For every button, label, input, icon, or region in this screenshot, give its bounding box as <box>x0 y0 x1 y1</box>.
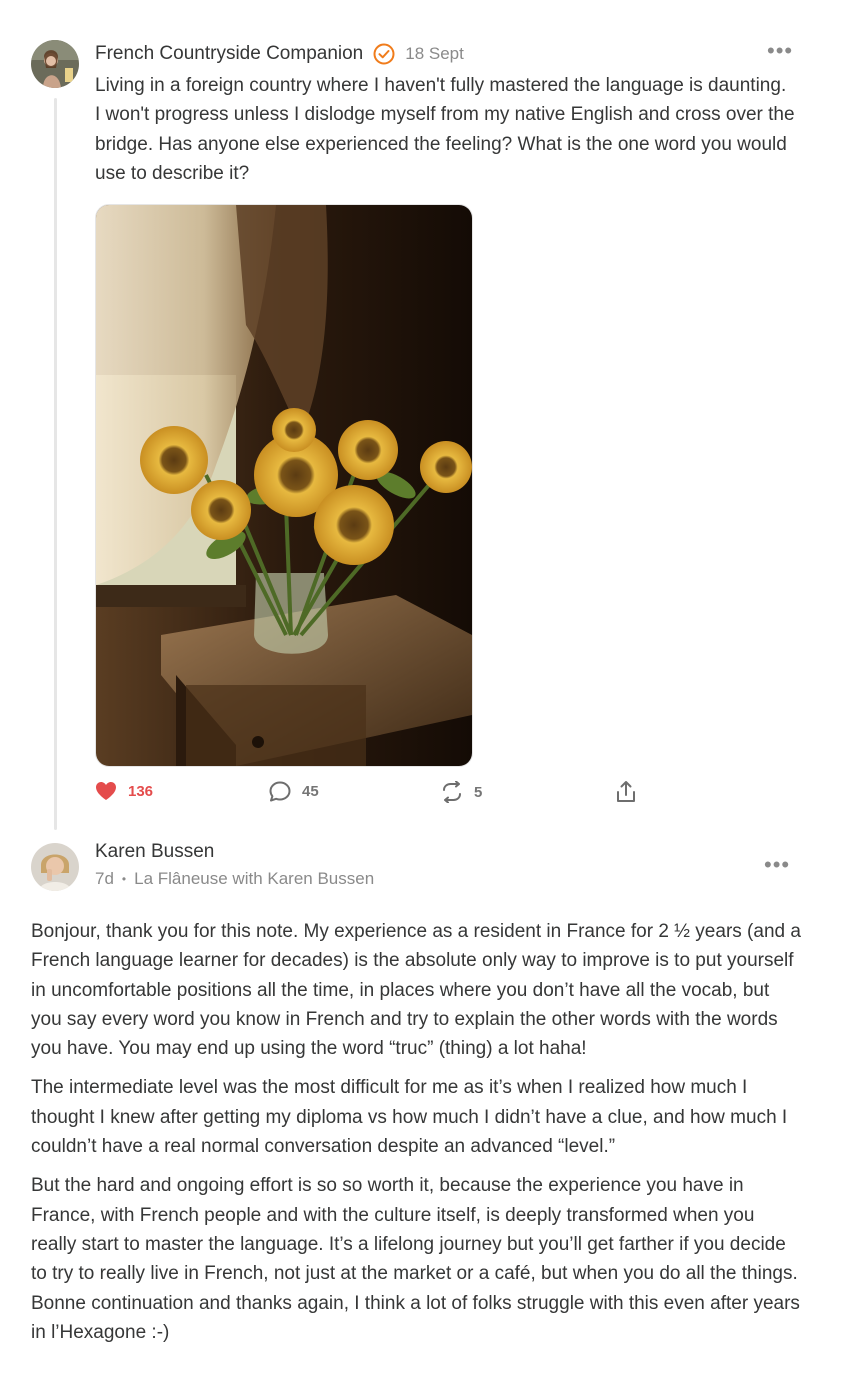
reply-paragraph: The intermediate level was the most diff… <box>31 1077 788 1158</box>
reply-author-avatar[interactable] <box>31 843 79 891</box>
meta-separator: • <box>121 872 127 886</box>
verified-badge-icon <box>373 43 395 65</box>
restack-button[interactable]: 5 <box>441 781 482 803</box>
comment-icon <box>269 781 291 802</box>
restack-count: 5 <box>474 783 483 801</box>
reply-meta: 7d • La Flâneuse with Karen Bussen <box>95 869 374 889</box>
like-count: 136 <box>128 782 154 800</box>
post-date: 18 Sept <box>405 44 464 63</box>
heart-icon <box>96 782 116 800</box>
share-icon <box>617 781 635 802</box>
reply-more-options-icon[interactable]: ••• <box>764 852 790 878</box>
author-avatar[interactable] <box>31 40 79 88</box>
post-header: French Countryside Companion 18 Sept <box>95 41 464 67</box>
post-image[interactable] <box>95 204 473 767</box>
post-more-options-icon[interactable]: ••• <box>767 38 793 64</box>
reply-publication[interactable]: La Flâneuse with Karen Bussen <box>134 869 374 889</box>
reply-age: 7d <box>95 869 114 888</box>
reply-paragraph: Bonjour, thank you for this note. My exp… <box>31 921 801 1060</box>
like-button[interactable]: 136 <box>95 781 153 801</box>
reply-author-name[interactable]: Karen Bussen <box>95 841 214 863</box>
reply-paragraph: But the hard and ongoing effort is so so… <box>31 1175 800 1343</box>
author-name[interactable]: French Countryside Companion <box>95 43 363 65</box>
comment-count: 45 <box>302 783 319 800</box>
thread-line <box>54 98 57 830</box>
comment-button[interactable]: 45 <box>269 781 319 802</box>
restack-icon <box>443 781 461 803</box>
post-text: Living in a foreign country where I have… <box>95 75 795 184</box>
reply-body: Bonjour, thank you for this note. My exp… <box>31 917 801 1347</box>
share-button[interactable] <box>615 780 637 804</box>
